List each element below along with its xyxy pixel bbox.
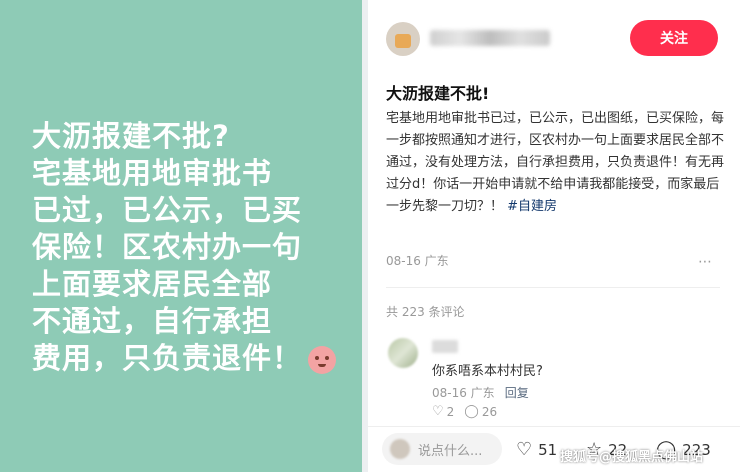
author-name-blurred[interactable]	[430, 30, 550, 46]
comment-text: 你系唔系本村村民?	[432, 364, 543, 379]
heart-icon: ♡	[432, 404, 444, 419]
cover-line: 上面要求居民全部	[32, 267, 273, 301]
post-date-location: 08-16 广东	[386, 254, 449, 268]
like-count: 51	[538, 440, 558, 459]
note-detail-panel: 关注 大沥报建不批! 宅基地用地审批书已过，已公示，已出图纸，已买保险，每一步都…	[368, 0, 740, 473]
embarrassed-emoji-icon	[308, 346, 337, 374]
note-cover-image[interactable]: 大沥报建不批? 宅基地用地审批书 已过，已公示，已买 保险！区农村办一句 上面要…	[0, 0, 362, 472]
heart-icon: ♡	[516, 439, 533, 460]
cover-line-with-emoji: 费用，只负责退件！	[32, 340, 352, 377]
post-body: 宅基地用地审批书已过，已公示，已出图纸，已买保险，每一步都按照通知才进行，区农村…	[386, 108, 726, 218]
reply-link[interactable]: 回复	[505, 386, 529, 400]
speech-bubble-icon: ◯	[464, 404, 479, 419]
cover-text: 大沥报建不批? 宅基地用地审批书 已过，已公示，已买 保险！区农村办一句 上面要…	[32, 118, 352, 377]
commenter-avatar[interactable]	[388, 338, 418, 368]
author-avatar[interactable]	[386, 22, 420, 56]
comment-input[interactable]: 说点什么...	[382, 433, 502, 465]
follow-button[interactable]: 关注	[630, 20, 718, 56]
hashtag-link[interactable]: #自建房	[507, 199, 557, 214]
cover-line: 费用，只负责退件！	[32, 341, 303, 375]
cover-line: 宅基地用地审批书	[32, 156, 273, 190]
comment-input-placeholder: 说点什么...	[418, 443, 483, 459]
cover-line: 不通过，自行承担	[32, 304, 273, 338]
cover-line: 大沥报建不批?	[32, 119, 230, 153]
more-dots-icon[interactable]: ⋯	[698, 254, 718, 270]
comment-count: 共 223 条评论	[386, 305, 465, 319]
comment-meta: 08-16 广东 回复	[432, 384, 529, 401]
commenter-name-blurred[interactable]	[432, 340, 458, 353]
watermark-text: 搜狐号@搜狐黑点佛山站	[560, 450, 704, 465]
comment-date-location: 08-16 广东	[432, 386, 495, 400]
post-title: 大沥报建不批!	[386, 84, 490, 103]
comment-actions: ♡ 2 ◯ 26	[432, 404, 497, 419]
comment-reply-count: 26	[481, 404, 498, 419]
cover-line: 保险！区农村办一句	[32, 230, 303, 264]
section-divider	[386, 287, 720, 288]
like-button[interactable]: ♡ 51	[516, 439, 557, 460]
comment-like-button[interactable]: ♡ 2	[432, 404, 454, 419]
comment-like-count: 2	[446, 404, 455, 419]
cover-line: 已过，已公示，已买	[32, 193, 303, 227]
comment-reply-button[interactable]: ◯ 26	[464, 404, 497, 419]
user-avatar	[390, 439, 410, 459]
